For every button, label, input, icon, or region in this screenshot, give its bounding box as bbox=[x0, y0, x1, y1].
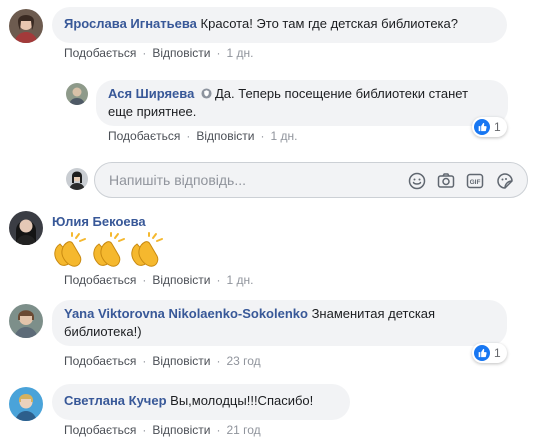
comment-time[interactable]: 1 дн. bbox=[226, 46, 253, 60]
reaction-badge[interactable]: 1 bbox=[472, 117, 507, 137]
comment-time[interactable]: 1 дн. bbox=[270, 129, 297, 143]
like-link[interactable]: Подобається bbox=[64, 273, 136, 287]
like-link[interactable]: Подобається bbox=[64, 46, 136, 60]
comment-time[interactable]: 21 год bbox=[226, 423, 260, 437]
comment-bubble: Yana Viktorovna Nikolaenko-Sokolenko Зна… bbox=[52, 300, 507, 346]
comment-actions: Подобається · Відповісти · 1 дн. bbox=[64, 273, 254, 287]
reply-link[interactable]: Відповісти bbox=[196, 129, 254, 143]
reply-link[interactable]: Відповісти bbox=[152, 46, 210, 60]
current-user-avatar bbox=[66, 168, 88, 190]
reaction-badge[interactable]: 1 bbox=[472, 343, 507, 363]
comment-bubble: Ася Ширяева Да. Теперь посещение библиот… bbox=[96, 80, 508, 126]
comment-text-line: Да. Теперь посещение библиотеки станет bbox=[214, 86, 469, 101]
comment-actions: Подобається · Відповісти · 21 год bbox=[64, 423, 261, 437]
comment-bubble: Ярослава Игнатьева Красота! Это там где … bbox=[52, 7, 507, 43]
comment-actions: Подобається · Відповісти · 1 дн. bbox=[64, 46, 254, 60]
sticker-icon[interactable] bbox=[495, 171, 515, 191]
gif-icon[interactable]: GIF bbox=[465, 171, 485, 191]
comment-bubble: Светлана Кучер Вы,молодцы!!!Спасибо! bbox=[52, 384, 350, 420]
comment-author[interactable]: Yana Viktorovna Nikolaenko-Sokolenko bbox=[64, 306, 308, 321]
reply-link[interactable]: Відповісти bbox=[152, 354, 210, 368]
avatar-svetlana[interactable] bbox=[9, 387, 43, 421]
comment-text: Вы,молодцы!!!Спасибо! bbox=[170, 393, 314, 408]
comment-text-line: еще приятнее. bbox=[108, 104, 197, 119]
shield-icon bbox=[201, 86, 212, 99]
comment-time[interactable]: 23 год bbox=[226, 354, 260, 368]
like-link[interactable]: Подобається bbox=[108, 129, 180, 143]
like-link[interactable]: Подобається bbox=[64, 423, 136, 437]
reaction-count: 1 bbox=[494, 120, 501, 134]
avatar-yulia[interactable] bbox=[9, 211, 43, 245]
svg-text:GIF: GIF bbox=[470, 179, 481, 186]
like-icon bbox=[474, 119, 490, 135]
comment-time[interactable]: 1 дн. bbox=[226, 273, 253, 287]
emoji-icon[interactable] bbox=[407, 171, 427, 191]
reply-input-placeholder: Напишіть відповідь... bbox=[109, 172, 246, 188]
clapping-hands-emoji bbox=[50, 232, 88, 270]
comment-actions: Подобається · Відповісти · 23 год bbox=[64, 354, 261, 368]
like-link[interactable]: Подобається bbox=[64, 354, 136, 368]
comment-author[interactable]: Ася Ширяева bbox=[108, 86, 194, 101]
clapping-hands-emoji bbox=[127, 232, 165, 270]
camera-icon[interactable] bbox=[436, 171, 456, 191]
comment-author[interactable]: Светлана Кучер bbox=[64, 393, 167, 408]
avatar-yana[interactable] bbox=[9, 304, 43, 338]
comment-text-line: библиотека!) bbox=[64, 324, 142, 339]
comment-actions: Подобається · Відповісти · 1 дн. bbox=[108, 129, 298, 143]
comment-text-line: Знаменитая детская bbox=[311, 306, 436, 321]
reply-link[interactable]: Відповісти bbox=[152, 273, 210, 287]
comment-author[interactable]: Ярослава Игнатьева bbox=[64, 16, 197, 31]
reaction-count: 1 bbox=[494, 346, 501, 360]
avatar-yaroslava[interactable] bbox=[9, 9, 43, 43]
reply-link[interactable]: Відповісти bbox=[152, 423, 210, 437]
comment-author[interactable]: Юлия Бекоева bbox=[52, 213, 146, 231]
avatar-asya[interactable] bbox=[66, 83, 88, 105]
like-icon bbox=[474, 345, 490, 361]
comment-text: Красота! Это там где детская библиотека? bbox=[200, 16, 458, 31]
clapping-hands-emoji bbox=[89, 232, 127, 270]
reply-input[interactable]: Напишіть відповідь... GIF bbox=[94, 162, 528, 198]
